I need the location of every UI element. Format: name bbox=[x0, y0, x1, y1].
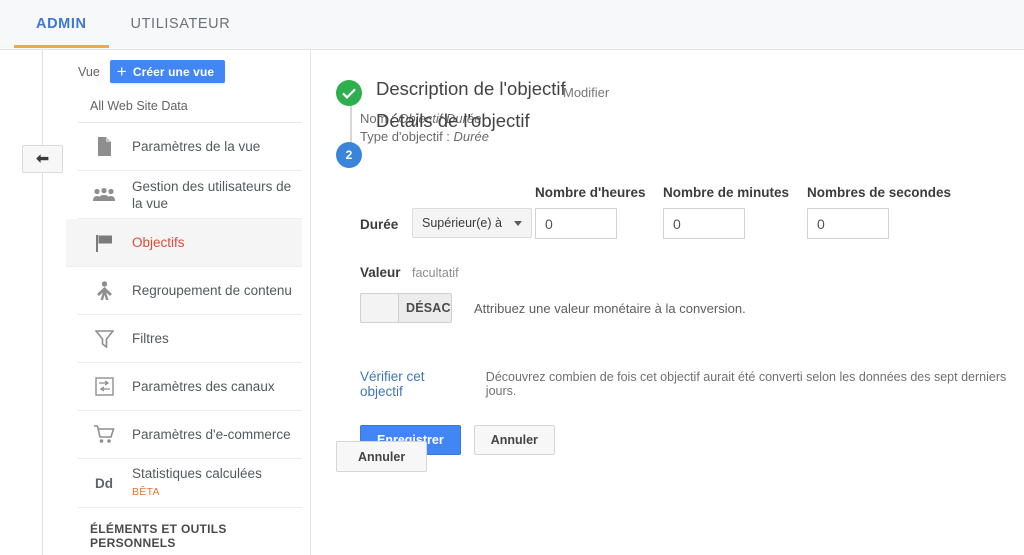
value-section-header: Valeur facultatif bbox=[360, 264, 1024, 282]
sidebar-item-list: Paramètres de la vue Gestion des utilisa… bbox=[66, 123, 310, 555]
tab-utilisateur[interactable]: UTILISATEUR bbox=[109, 0, 253, 48]
duration-field-labels: Nombre d'heures Nombre de minutes Nombre… bbox=[360, 185, 1024, 205]
back-arrow-icon bbox=[34, 152, 51, 166]
rail-divider bbox=[42, 50, 43, 555]
flag-icon bbox=[90, 231, 118, 255]
sidebar-item-goals[interactable]: Objectifs bbox=[66, 219, 302, 267]
chevron-down-icon bbox=[513, 220, 522, 226]
sidebar-header: Vue + Créer une vue bbox=[66, 50, 310, 89]
hours-label: Nombre d'heures bbox=[535, 185, 646, 200]
sidebar-item-content-grouping[interactable]: Regroupement de contenu bbox=[78, 267, 302, 315]
document-icon bbox=[90, 135, 118, 159]
toggle-state-label: DÉSACT bbox=[406, 301, 451, 315]
sidebar-item-view-settings[interactable]: Paramètres de la vue bbox=[78, 123, 302, 171]
sidebar-item-label: Paramètres de la vue bbox=[132, 139, 261, 154]
minutes-label: Nombre de minutes bbox=[663, 185, 790, 200]
duration-label: Durée bbox=[360, 217, 399, 232]
dd-icon: Dd bbox=[95, 475, 113, 491]
main-content: 2 Description de l'objectif Modifier Nom… bbox=[320, 50, 1024, 555]
value-toggle-description: Attribuez une valeur monétaire à la conv… bbox=[474, 300, 746, 316]
verify-goal-description: Découvrez combien de fois cet objectif a… bbox=[485, 370, 1007, 398]
value-optional-hint: facultatif bbox=[411, 266, 459, 280]
seconds-input[interactable] bbox=[807, 208, 889, 239]
sidebar-item-user-management[interactable]: Gestion des utilisateurs de la vue bbox=[78, 171, 302, 219]
sidebar-item-label: Statistiques calculées BÊTA bbox=[132, 465, 292, 501]
current-view-name[interactable]: All Web Site Data bbox=[78, 89, 302, 123]
goal-details-form: Nombre d'heures Nombre de minutes Nombre… bbox=[360, 185, 1024, 455]
back-button[interactable] bbox=[22, 145, 63, 173]
beta-badge: BÊTA bbox=[132, 486, 160, 498]
sidebar-item-ecommerce-settings[interactable]: Paramètres d'e-commerce bbox=[78, 411, 302, 459]
plus-icon: + bbox=[116, 62, 127, 81]
step-1-title: Description de l'objectif bbox=[376, 78, 566, 99]
funnel-icon bbox=[90, 327, 118, 351]
page-body: Vue + Créer une vue All Web Site Data Pa… bbox=[0, 50, 1024, 555]
hours-input[interactable] bbox=[535, 208, 617, 239]
verify-goal-link[interactable]: Vérifier cet objectif bbox=[360, 369, 468, 399]
sidebar-item-label: Filtres bbox=[132, 331, 169, 346]
value-toggle[interactable]: DÉSACT bbox=[360, 293, 452, 323]
duration-field-row: Durée Supérieur(e) à bbox=[360, 208, 1024, 242]
value-toggle-row: DÉSACT Attribuez une valeur monétaire à … bbox=[360, 293, 1024, 323]
cart-icon bbox=[90, 423, 118, 447]
tab-admin-label: ADMIN bbox=[36, 16, 87, 32]
view-sidebar: Vue + Créer une vue All Web Site Data Pa… bbox=[66, 50, 311, 555]
verify-goal-row: Vérifier cet objectif Découvrez combien … bbox=[360, 369, 1024, 399]
sidebar-item-label: Regroupement de contenu bbox=[132, 283, 292, 298]
tab-list: ADMIN UTILISATEUR bbox=[14, 0, 252, 50]
cancel-button[interactable]: Annuler bbox=[473, 425, 555, 455]
tab-utilisateur-label: UTILISATEUR bbox=[130, 16, 231, 32]
step-2-title: Détails de l'objectif bbox=[376, 110, 530, 131]
minutes-input[interactable] bbox=[663, 208, 745, 239]
channels-icon bbox=[90, 375, 118, 399]
sidebar-section-title: ÉLÉMENTS ET OUTILS PERSONNELS bbox=[90, 522, 227, 550]
value-label: Valeur bbox=[360, 265, 401, 280]
create-view-button[interactable]: + Créer une vue bbox=[109, 60, 226, 83]
step-2-badge: 2 bbox=[336, 142, 362, 168]
tab-admin[interactable]: ADMIN bbox=[14, 0, 109, 48]
top-tab-bar: ADMIN UTILISATEUR bbox=[0, 0, 1024, 50]
duration-operator-value: Supérieur(e) à bbox=[422, 216, 502, 230]
seconds-label: Nombres de secondes bbox=[807, 185, 952, 200]
content-grouping-icon bbox=[90, 279, 118, 303]
duration-operator-select[interactable]: Supérieur(e) à bbox=[412, 208, 532, 238]
sidebar-item-label-text: Statistiques calculées bbox=[132, 466, 262, 481]
left-rail bbox=[0, 50, 66, 555]
sidebar-item-channel-settings[interactable]: Paramètres des canaux bbox=[78, 363, 302, 411]
sidebar-item-label: Paramètres d'e-commerce bbox=[132, 427, 291, 442]
sidebar-item-label: Gestion des utilisateurs de la vue bbox=[132, 178, 292, 211]
create-view-label: Créer une vue bbox=[132, 64, 215, 79]
users-icon bbox=[90, 183, 118, 207]
sidebar-item-label: Objectifs bbox=[132, 235, 185, 250]
view-label: Vue bbox=[78, 64, 100, 79]
form-action-buttons: Enregistrer Annuler bbox=[360, 425, 1024, 455]
sidebar-item-label: Paramètres des canaux bbox=[132, 379, 275, 394]
toggle-knob bbox=[361, 294, 399, 322]
sidebar-item-filters[interactable]: Filtres bbox=[78, 315, 302, 363]
cancel-bottom-button[interactable]: Annuler bbox=[336, 441, 428, 472]
edit-goal-description-link[interactable]: Modifier bbox=[563, 85, 609, 100]
sidebar-item-calculated-metrics[interactable]: Dd Statistiques calculées BÊTA bbox=[78, 459, 302, 508]
check-circle-icon bbox=[336, 80, 362, 106]
